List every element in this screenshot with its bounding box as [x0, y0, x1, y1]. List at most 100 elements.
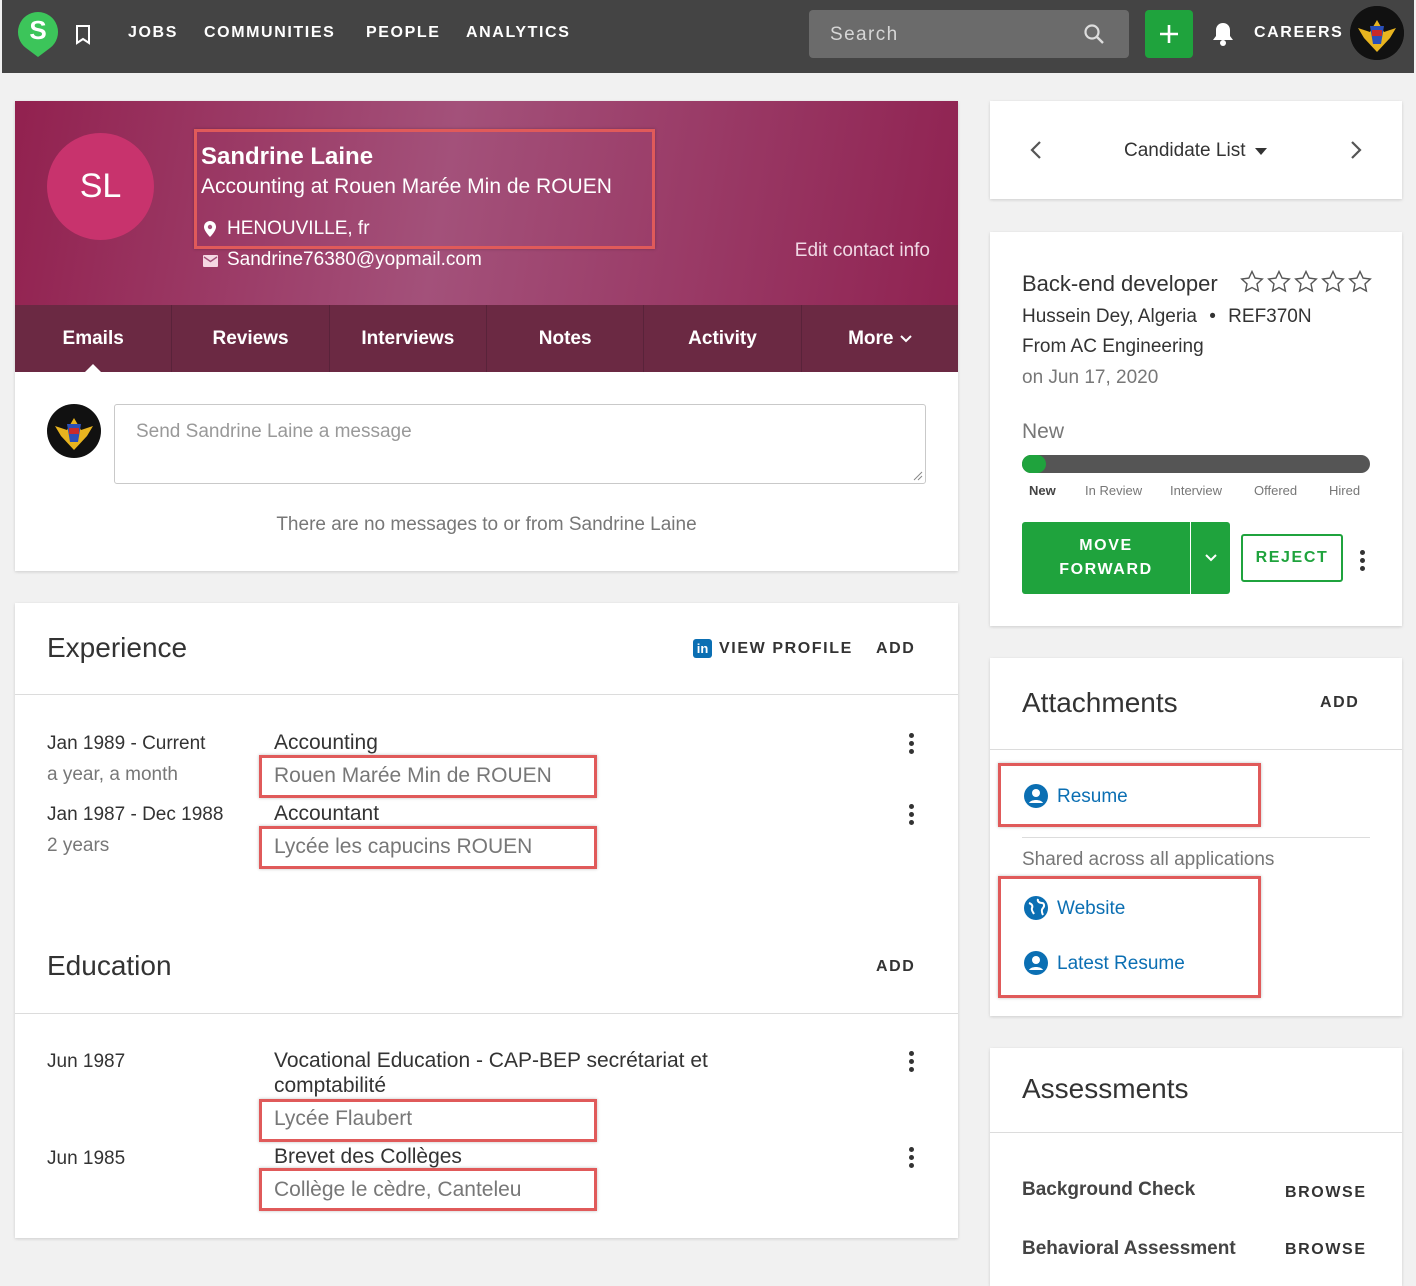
user-avatar[interactable] [1350, 6, 1404, 60]
view-profile-link[interactable]: VIEW PROFILE [719, 640, 853, 658]
highlight-box [259, 1168, 597, 1211]
mail-icon [203, 255, 218, 267]
add-button[interactable] [1145, 10, 1193, 58]
candidate-list-label: Candidate List [1124, 140, 1246, 161]
linkedin-icon: in [693, 639, 712, 658]
current-stage: New [1022, 420, 1065, 443]
assessments-heading: Assessments [1022, 1073, 1189, 1104]
nav-communities[interactable]: COMMUNITIES [204, 24, 335, 42]
divider [15, 694, 958, 695]
experience-education-card [15, 603, 958, 1238]
add-experience-button[interactable]: ADD [876, 640, 915, 658]
chevron-left-icon[interactable] [1030, 141, 1042, 159]
tab-notes[interactable]: Notes [487, 305, 645, 372]
more-options-icon[interactable] [909, 804, 915, 826]
tab-activity[interactable]: Activity [644, 305, 802, 372]
stage-label: Hired [1329, 483, 1361, 498]
careers-link[interactable]: CAREERS [1254, 24, 1343, 42]
search-icon[interactable] [1083, 23, 1105, 45]
stage-label: New [1029, 483, 1056, 498]
browse-button[interactable]: BROWSE [1285, 1184, 1367, 1202]
star-icon[interactable] [1240, 270, 1264, 293]
add-attachment-button[interactable]: ADD [1320, 694, 1359, 712]
job-title[interactable]: Back-end developer [1022, 271, 1218, 297]
stage-progress-bar [1022, 455, 1370, 473]
edit-contact-link[interactable]: Edit contact info [795, 240, 930, 262]
search-placeholder: Search [830, 24, 899, 45]
stage-label: In Review [1085, 483, 1143, 498]
highlight-box [194, 129, 655, 249]
reject-button[interactable]: REJECT [1241, 534, 1343, 582]
plus-icon [1160, 25, 1178, 43]
experience-dates: Jan 1987 - Dec 1988 [47, 804, 224, 825]
star-icon[interactable] [1321, 270, 1345, 293]
stage-progress-fill [1022, 455, 1046, 473]
add-education-button[interactable]: ADD [876, 958, 915, 976]
education-heading: Education [47, 950, 172, 981]
notifications-bell-icon[interactable] [1211, 20, 1235, 53]
tab-label: Interviews [361, 327, 455, 349]
caret-down-icon [1254, 148, 1267, 155]
move-forward-dropdown[interactable] [1191, 522, 1230, 594]
nav-analytics[interactable]: ANALYTICS [466, 24, 571, 42]
highlight-box [259, 1099, 597, 1142]
nav-jobs[interactable]: JOBS [128, 24, 178, 42]
bookmark-icon[interactable] [74, 24, 92, 46]
stage-label: Offered [1254, 483, 1298, 498]
tab-emails[interactable]: Emails [15, 305, 173, 372]
highlight-box [259, 826, 597, 869]
tab-reviews[interactable]: Reviews [172, 305, 330, 372]
job-ref: REF370N [1228, 306, 1312, 327]
education-title: Vocational Education - CAP-BEP secrétari… [274, 1049, 708, 1097]
stage-label: Interview [1170, 483, 1223, 498]
rating-stars [1237, 270, 1372, 298]
candidate-list-dropdown[interactable]: Candidate List [1124, 140, 1267, 162]
education-date: Jun 1987 [47, 1051, 126, 1072]
star-icon[interactable] [1267, 270, 1291, 293]
divider [1022, 837, 1370, 838]
highlight-box [998, 763, 1261, 827]
sender-avatar [47, 404, 101, 458]
attachments-heading: Attachments [1022, 687, 1178, 718]
more-options-icon[interactable] [909, 733, 915, 755]
no-messages-text: There are no messages to or from Sandrin… [276, 514, 697, 535]
experience-title: Accountant [274, 802, 380, 825]
resize-handle-icon[interactable] [913, 471, 923, 481]
star-icon[interactable] [1294, 270, 1318, 293]
experience-dates: Jan 1989 - Current [47, 733, 206, 754]
divider [15, 1013, 958, 1014]
shared-label: Shared across all applications [1022, 849, 1275, 870]
nav-people[interactable]: PEOPLE [366, 24, 441, 42]
chevron-right-icon[interactable] [1350, 141, 1362, 159]
applied-date: on Jun 17, 2020 [1022, 367, 1159, 388]
tab-label: Emails [62, 327, 124, 349]
education-title: Brevet des Collèges [274, 1145, 462, 1168]
candidate-email[interactable]: Sandrine76380@yopmail.com [227, 249, 482, 271]
tab-label: Reviews [212, 327, 289, 349]
chevron-down-icon [1204, 554, 1217, 562]
browse-button[interactable]: BROWSE [1285, 1241, 1367, 1259]
more-options-icon[interactable] [909, 1051, 915, 1073]
message-placeholder: Send Sandrine Laine a message [136, 421, 412, 442]
svg-text:S: S [29, 15, 46, 45]
assessment-name: Background Check [1022, 1179, 1196, 1200]
experience-duration: 2 years [47, 835, 110, 856]
divider [990, 1132, 1402, 1133]
tab-label: Activity [688, 327, 757, 349]
candidate-avatar: SL [47, 133, 154, 240]
message-input[interactable]: Send Sandrine Laine a message [114, 404, 926, 484]
tab-interviews[interactable]: Interviews [330, 305, 487, 372]
more-options-icon[interactable] [1360, 550, 1366, 572]
app-logo-icon[interactable]: S [16, 10, 60, 58]
highlight-box [259, 755, 597, 798]
tab-more[interactable]: More [802, 305, 958, 372]
assessment-name: Behavioral Assessment [1022, 1238, 1236, 1259]
move-forward-button[interactable]: MOVE FORWARD [1022, 522, 1190, 594]
search-input[interactable]: Search [809, 10, 1129, 58]
more-options-icon[interactable] [909, 1147, 915, 1169]
education-date: Jun 1985 [47, 1148, 126, 1169]
star-icon[interactable] [1348, 270, 1372, 293]
job-location: Hussein Dey, Algeria [1022, 306, 1197, 327]
tab-label: Notes [538, 327, 592, 349]
experience-heading: Experience [47, 632, 188, 663]
